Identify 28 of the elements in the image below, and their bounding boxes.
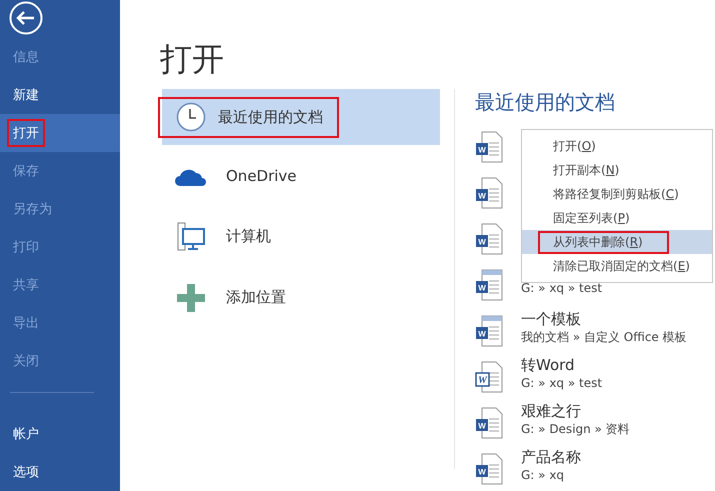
document-name[interactable]: 艰难之行 [521,399,581,421]
document-path: G: » Design » 资料 [521,421,630,437]
document-path: G: » xq » test [521,375,602,391]
computer-icon [176,222,206,252]
place-item[interactable]: 计算机 [162,206,440,267]
place-item[interactable]: OneDrive [162,145,440,206]
menu-item[interactable]: 固定至列表(P) [538,206,645,230]
clock-icon [176,102,206,132]
section-title: 最近使用的文档 [475,89,615,116]
menu-item[interactable]: 打开(O) [538,134,611,158]
page-title: 打开 [160,39,224,80]
document-name[interactable]: 产品名称 [521,445,581,467]
annotation-box: 最近使用的文档 [158,96,339,138]
sidebar-item[interactable]: 选项 [7,458,45,486]
document-name[interactable]: 转Word [521,353,575,375]
menu-item[interactable]: 从列表中删除(R) [538,230,669,254]
sidebar-item[interactable]: 帐户 [7,420,45,448]
document-name[interactable]: 一个模板 [521,307,581,329]
menu-item[interactable]: 打开副本(N) [538,158,634,182]
document-path: 我的文档 » 自定义 Office 模板 [521,329,687,345]
menu-item[interactable]: 清除已取消固定的文档(E) [538,254,705,278]
place-item[interactable]: 添加位置 [162,267,440,328]
plus-icon [177,284,205,312]
menu-item[interactable]: 将路径复制到剪贴板(C) [538,182,694,206]
document-path: G: » xq [521,467,564,483]
sidebar-item[interactable]: 新建 [7,81,45,110]
document-path: G: » xq » test [521,280,602,296]
sidebar-item[interactable]: 打开 [7,119,45,148]
